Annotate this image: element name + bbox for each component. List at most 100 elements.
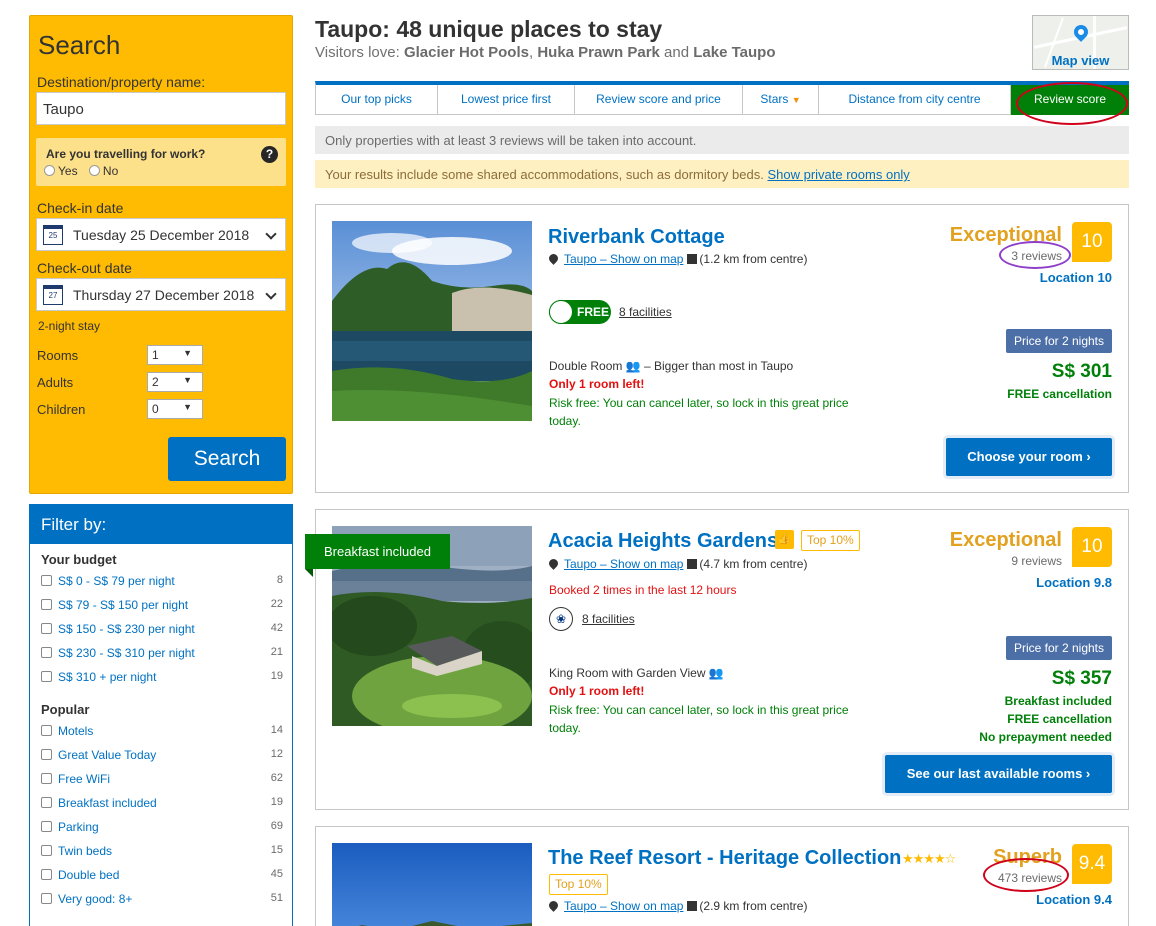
review-count[interactable]: 9 reviews [1011, 554, 1062, 568]
checkbox[interactable] [41, 821, 52, 832]
property-name[interactable]: Acacia Heights Gardens [548, 530, 778, 553]
thumbs-up-icon: 👍 [775, 530, 794, 549]
search-button[interactable]: Search [168, 437, 286, 481]
checkbox[interactable] [41, 749, 52, 760]
work-yes-label[interactable]: Yes [58, 164, 78, 178]
filter-count: 51 [270, 892, 283, 904]
checkbox[interactable] [41, 773, 52, 784]
popular-filter[interactable]: Double bed 45 [41, 868, 283, 888]
sort-tab-top-picks[interactable]: Our top picks [316, 85, 438, 115]
checkin-date-value: Tuesday 25 December 2018 [73, 227, 250, 243]
attraction: Huka Prawn Park [537, 44, 660, 61]
budget-filter[interactable]: S$ 79 - S$ 150 per night 22 [41, 598, 283, 618]
filter-count: 45 [270, 868, 283, 880]
checkbox[interactable] [41, 869, 52, 880]
chevron-down-icon [265, 288, 277, 300]
filter-count: 15 [270, 844, 283, 856]
property-photo[interactable] [332, 843, 532, 926]
help-icon[interactable]: ? [261, 146, 278, 163]
popular-filter[interactable]: Great Value Today 12 [41, 748, 283, 768]
checkbox[interactable] [41, 575, 52, 586]
budget-filter[interactable]: S$ 150 - S$ 230 per night 42 [41, 622, 283, 642]
work-yes-radio[interactable] [44, 165, 55, 176]
distance: (1.2 km from centre) [699, 252, 808, 266]
filter-label: Breakfast included [58, 796, 157, 810]
sort-tab-stars[interactable]: Stars ▼ [743, 85, 819, 115]
popular-filter[interactable]: Very good: 8+ 51 [41, 892, 283, 912]
search-panel: Search Destination/property name: Taupo … [29, 15, 293, 494]
reviews-notice: Only properties with at least 3 reviews … [315, 126, 1129, 154]
top-10-badge: Top 10% [549, 874, 608, 895]
breakfast-ribbon: Breakfast included [305, 534, 450, 577]
property-name[interactable]: The Reef Resort - Heritage Collection [548, 847, 901, 870]
filter-label: Free WiFi [58, 772, 110, 786]
facilities-link[interactable]: 8 facilities [619, 305, 672, 319]
adults-value: 2 [152, 375, 159, 389]
shared-notice-text: Your results include some shared accommo… [325, 167, 768, 182]
budget-filter[interactable]: S$ 0 - S$ 79 per night 8 [41, 574, 283, 594]
filter-label: S$ 0 - S$ 79 per night [58, 574, 175, 588]
show-on-map-link[interactable]: Taupo – Show on map [564, 252, 683, 266]
sort-tab-lowest-price[interactable]: Lowest price first [438, 85, 575, 115]
annotation-circle [999, 241, 1071, 269]
checkbox[interactable] [41, 797, 52, 808]
show-on-map-link[interactable]: Taupo – Show on map [564, 557, 683, 571]
popular-filter[interactable]: Motels 14 [41, 724, 283, 744]
facilities-link[interactable]: 8 facilities [582, 612, 635, 626]
price: S$ 301 [1051, 361, 1112, 382]
checkbox[interactable] [41, 725, 52, 736]
dropdown-arrow-icon: ▼ [791, 95, 801, 105]
review-score: 10 [1072, 527, 1112, 567]
work-no-label[interactable]: No [103, 164, 118, 178]
checkout-label: Check-out date [37, 260, 132, 276]
show-on-map-link[interactable]: Taupo – Show on map [564, 899, 683, 913]
checkout-date-field[interactable]: 27 Thursday 27 December 2018 [36, 278, 286, 311]
checkin-label: Check-in date [37, 200, 124, 216]
filter-count: 62 [270, 772, 283, 784]
filter-title: Filter by: [30, 504, 292, 544]
children-select[interactable]: 0 ▼ [147, 399, 203, 419]
location-score: Location 10 [1039, 270, 1112, 285]
checkbox[interactable] [41, 599, 52, 610]
filter-count: 19 [270, 670, 283, 682]
dropdown-arrow-icon: ▼ [183, 348, 192, 358]
property-name[interactable]: Riverbank Cottage [548, 226, 725, 249]
checkbox[interactable] [41, 671, 52, 682]
checkbox[interactable] [41, 647, 52, 658]
availability-warning: Only 1 room left! [549, 684, 645, 698]
show-private-rooms-link[interactable]: Show private rooms only [767, 167, 909, 182]
checkbox[interactable] [41, 893, 52, 904]
checkbox[interactable] [41, 845, 52, 856]
calendar-icon: 27 [43, 285, 63, 305]
property-photo[interactable] [332, 221, 532, 421]
dropdown-arrow-icon: ▼ [183, 375, 192, 385]
budget-heading: Your budget [41, 552, 117, 567]
score-word: Exceptional [949, 529, 1062, 551]
attraction: Glacier Hot Pools [403, 44, 529, 61]
rooms-select[interactable]: 1 ▼ [147, 345, 203, 365]
popular-filter[interactable]: Parking 69 [41, 820, 283, 840]
attraction: Lake Taupo [693, 44, 776, 61]
destination-input[interactable]: Taupo [36, 92, 286, 125]
choose-room-button[interactable]: Choose your room › [946, 438, 1112, 476]
popular-filter[interactable]: Twin beds 15 [41, 844, 283, 864]
room-type: Double Room 👥 – Bigger than most in Taup… [549, 359, 793, 373]
budget-filter[interactable]: S$ 310 + per night 19 [41, 670, 283, 690]
popular-heading: Popular [41, 702, 90, 717]
checkbox[interactable] [41, 623, 52, 634]
availability-warning: Only 1 room left! [549, 377, 645, 391]
see-available-rooms-button[interactable]: See our last available rooms › [885, 755, 1112, 793]
sort-tab-distance[interactable]: Distance from city centre [819, 85, 1011, 115]
filter-count: 22 [270, 598, 283, 610]
budget-filter[interactable]: S$ 230 - S$ 310 per night 21 [41, 646, 283, 666]
popular-filter[interactable]: Free WiFi 62 [41, 772, 283, 792]
checkin-date-field[interactable]: 25 Tuesday 25 December 2018 [36, 218, 286, 251]
photo-lake-cliffs [332, 221, 532, 421]
location-line: Taupo – Show on map (2.9 km from centre) [547, 899, 807, 913]
perk: FREE cancellation [1007, 387, 1112, 401]
popular-filter[interactable]: Breakfast included 19 [41, 796, 283, 816]
adults-select[interactable]: 2 ▼ [147, 372, 203, 392]
sort-tab-review-and-price[interactable]: Review score and price [575, 85, 743, 115]
work-no-radio[interactable] [88, 165, 100, 176]
map-view-button[interactable]: Map view [1032, 15, 1129, 70]
